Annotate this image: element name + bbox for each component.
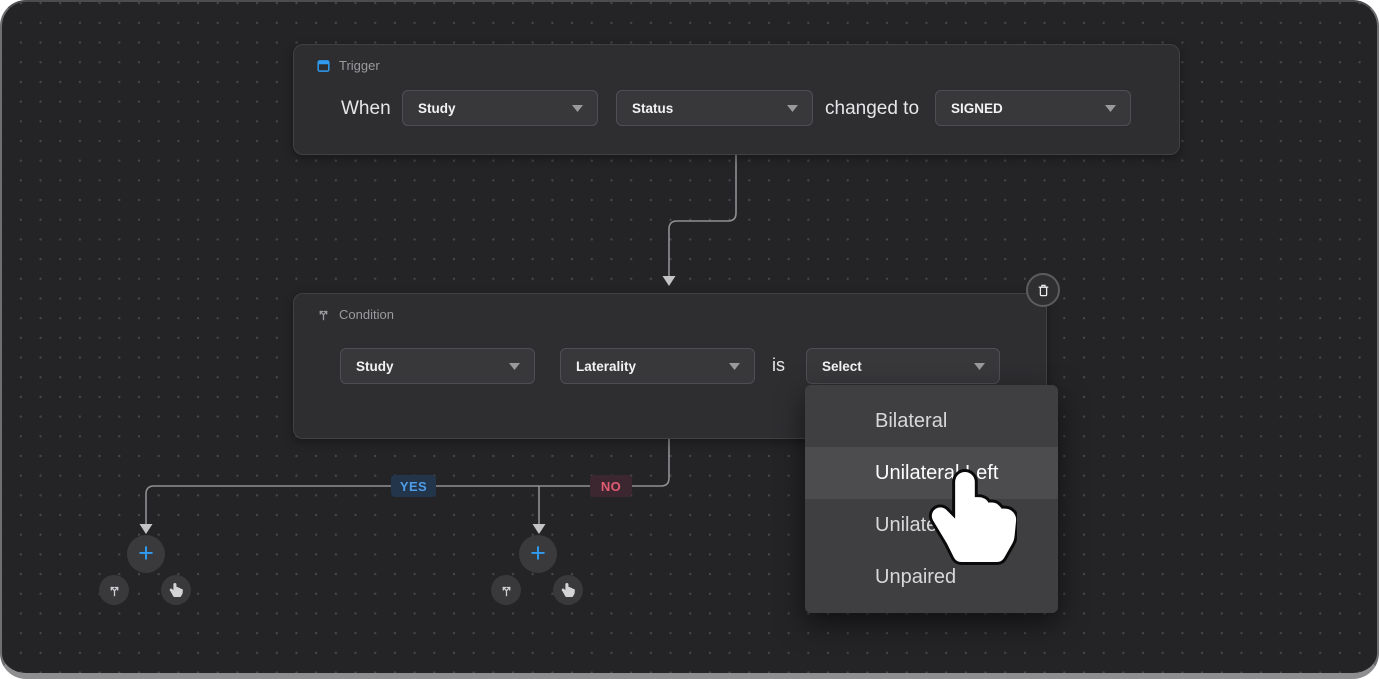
menu-item-unilateral-right[interactable]: Unilateral Right [805,499,1058,551]
delete-node-button[interactable] [1026,273,1060,307]
menu-item-unilateral-left[interactable]: Unilateral Left [805,447,1058,499]
condition-entity-value: Study [356,359,394,374]
trigger-node-header: Trigger [316,58,380,73]
plus-icon: + [530,540,546,567]
laterality-options-menu: Bilateral Unilateral Left Unilateral Rig… [805,385,1058,613]
no-branch-badge: NO [590,475,632,497]
menu-item-bilateral[interactable]: Bilateral [805,395,1058,447]
add-condition-no-button[interactable] [491,575,521,605]
calendar-icon [316,58,331,73]
condition-value-placeholder: Select [822,359,862,374]
condition-field-value: Laterality [576,359,636,374]
trigger-node-title: Trigger [339,58,380,73]
trigger-field-value: Status [632,101,673,116]
branch-icon [107,583,122,598]
branch-icon [499,583,514,598]
trigger-when-text: When [341,98,391,120]
add-action-yes-button[interactable] [161,575,191,605]
chevron-down-icon [974,363,985,370]
trigger-entity-dropdown[interactable]: Study [402,90,598,126]
arrowhead-icon [140,524,153,534]
chevron-down-icon [729,363,740,370]
condition-value-dropdown[interactable]: Select [806,348,1000,384]
workflow-builder: Trigger When Study Status changed to SIG… [0,0,1379,679]
chevron-down-icon [509,363,520,370]
trigger-entity-value: Study [418,101,456,116]
trigger-field-dropdown[interactable]: Status [616,90,813,126]
tap-hand-icon [561,583,575,597]
arrowhead-icon [663,276,676,286]
condition-node-title: Condition [339,307,394,322]
menu-item-unpaired[interactable]: Unpaired [805,551,1058,603]
add-step-no-button[interactable]: + [519,535,557,573]
condition-node-header: Condition [316,307,394,322]
add-action-no-button[interactable] [553,575,583,605]
workflow-canvas[interactable]: Trigger When Study Status changed to SIG… [0,0,1379,679]
chevron-down-icon [1105,105,1116,112]
add-condition-yes-button[interactable] [99,575,129,605]
chevron-down-icon [572,105,583,112]
trigger-changed-to-text: changed to [825,98,919,120]
trash-icon [1035,282,1052,299]
chevron-down-icon [787,105,798,112]
condition-field-dropdown[interactable]: Laterality [560,348,755,384]
yes-branch-badge: YES [391,475,436,497]
tap-hand-icon [169,583,183,597]
branch-icon [316,307,331,322]
condition-is-text: is [772,355,785,376]
plus-icon: + [138,540,154,567]
trigger-node[interactable]: Trigger When Study Status changed to SIG… [293,44,1180,155]
trigger-value: SIGNED [951,101,1003,116]
add-step-yes-button[interactable]: + [127,535,165,573]
condition-entity-dropdown[interactable]: Study [340,348,535,384]
arrowhead-icon [533,524,546,534]
trigger-value-dropdown[interactable]: SIGNED [935,90,1131,126]
